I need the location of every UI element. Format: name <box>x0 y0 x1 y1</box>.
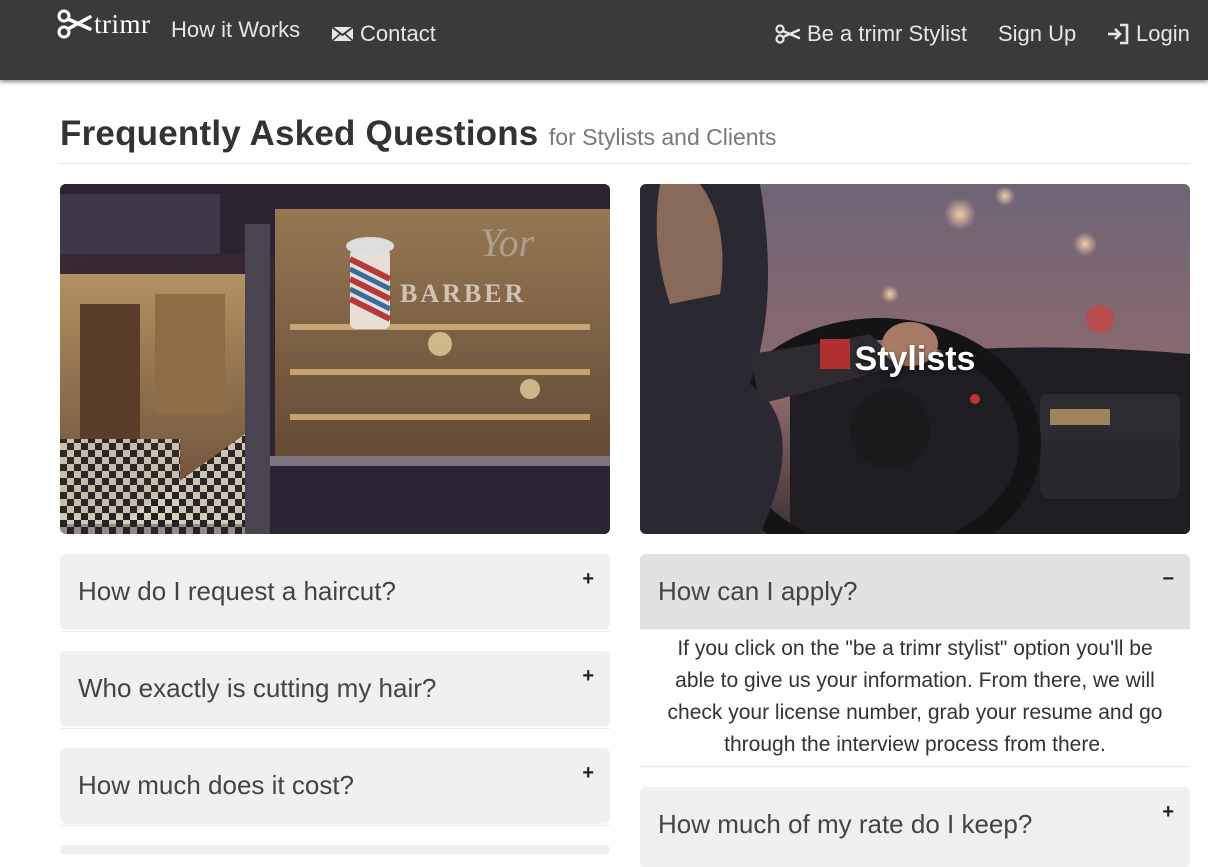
nav-login[interactable]: Login <box>1106 21 1190 47</box>
faq-cost[interactable]: How much does it cost? + <box>60 748 610 823</box>
brand-logo[interactable]: trimr <box>56 6 151 42</box>
nav-login-label: Login <box>1136 21 1190 46</box>
faq-rate-keep[interactable]: How much of my rate do I keep? + <box>640 787 1190 867</box>
nav-how-it-works-label: How it Works <box>171 17 301 42</box>
faq-question: How do I request a haircut? <box>78 576 396 606</box>
barbershop-photo: BARBER Yor <box>60 184 610 534</box>
navbar: trimr How it Works Contact Be a trimr St… <box>0 0 1208 80</box>
plus-icon: + <box>582 568 594 590</box>
svg-text:Yor: Yor <box>480 220 535 265</box>
login-icon <box>1108 23 1129 45</box>
plus-icon: + <box>582 762 594 784</box>
scissors-icon <box>57 9 92 39</box>
nav-be-stylist-label: Be a trimr Stylist <box>807 21 968 46</box>
nav-contact-label: Contact <box>360 21 436 46</box>
divider <box>60 728 610 729</box>
faq-answer: If you click on the "be a trimr stylist"… <box>640 629 1190 767</box>
faq-question: How much of my rate do I keep? <box>658 809 1033 839</box>
brand-name: trimr <box>94 8 151 39</box>
stylists-photo: Stylists <box>640 184 1190 534</box>
nav-how-it-works[interactable]: How it Works <box>171 17 300 43</box>
nav-be-stylist[interactable]: Be a trimr Stylist <box>775 21 967 47</box>
faq-question: How can I apply? <box>658 576 858 606</box>
page-title: Frequently Asked Questions <box>60 114 539 153</box>
nav-sign-up-label: Sign Up <box>998 21 1077 46</box>
plus-icon: + <box>582 665 594 687</box>
faq-question: Who exactly is cutting my hair? <box>78 673 437 703</box>
page-subtitle: for Stylists and Clients <box>548 124 777 150</box>
page-header: Frequently Asked Questions for Stylists … <box>60 114 1190 164</box>
envelope-icon <box>331 26 354 42</box>
divider <box>60 825 610 826</box>
minus-icon: − <box>1162 568 1174 590</box>
divider <box>60 631 610 632</box>
faq-how-apply[interactable]: How can I apply? − <box>640 554 1190 629</box>
nav-contact[interactable]: Contact <box>331 21 436 47</box>
faq-next-partial[interactable] <box>60 845 610 854</box>
barber-sign-text: BARBER <box>400 279 526 308</box>
nav-sign-up[interactable]: Sign Up <box>998 21 1076 47</box>
faq-question: How much does it cost? <box>78 770 355 800</box>
faq-who-cuts-hair[interactable]: Who exactly is cutting my hair? + <box>60 651 610 726</box>
faq-request-haircut[interactable]: How do I request a haircut? + <box>60 554 610 629</box>
plus-icon: + <box>1162 801 1174 823</box>
scissors-icon <box>775 24 801 44</box>
stylists-caption: Stylists <box>854 340 976 378</box>
